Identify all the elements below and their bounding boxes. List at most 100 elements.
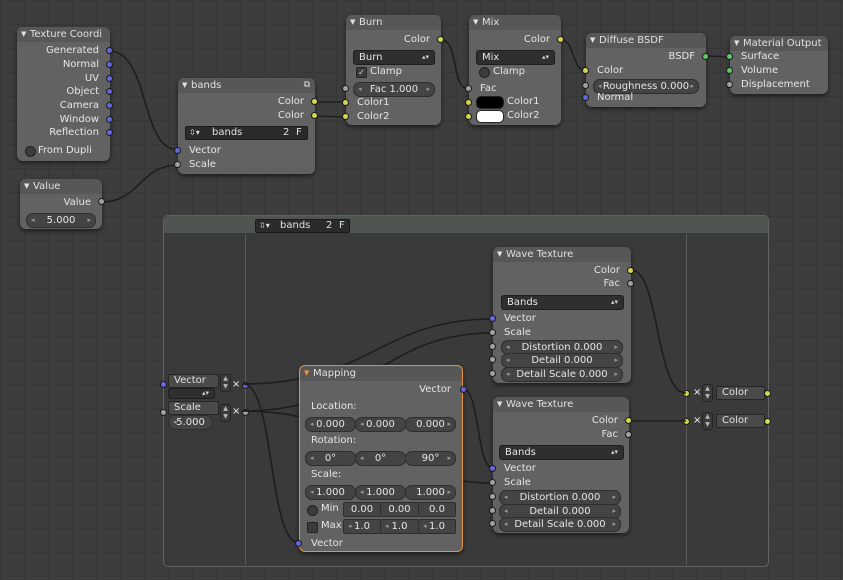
socket-detail-scale-in[interactable] xyxy=(489,520,496,527)
socket-normal[interactable] xyxy=(106,61,113,68)
socket-color-out[interactable] xyxy=(557,36,564,43)
move-arrows-icon[interactable]: ▲ ▼ xyxy=(220,374,231,392)
socket-color2-in[interactable] xyxy=(465,113,472,120)
socket-scale-in[interactable] xyxy=(489,479,496,486)
wave-type-dropdown[interactable]: Bands ▴▾ xyxy=(499,445,624,460)
collapse-arrow-icon[interactable]: ▼ xyxy=(350,15,355,30)
socket-vector-in[interactable] xyxy=(489,315,496,322)
group-vector-out-socket[interactable] xyxy=(242,382,249,389)
group-output-color-2[interactable]: Color xyxy=(716,414,765,428)
group-input-scale[interactable]: Scale xyxy=(168,401,219,415)
clamp-checkbox[interactable] xyxy=(479,67,490,78)
min-z-field[interactable]: 0.0 xyxy=(418,502,456,517)
distortion-field[interactable]: ◂ Distortion 0.000 ▸ xyxy=(499,490,621,505)
wave-type-dropdown[interactable]: Bands ▴▾ xyxy=(501,295,624,310)
group-output-color-1[interactable]: Color xyxy=(716,386,765,400)
rotation-x-field[interactable]: ◂ 0° xyxy=(305,451,356,466)
socket-displacement-in[interactable] xyxy=(726,81,733,88)
detail-scale-field[interactable]: ◂ Detail Scale 0.000 ▸ xyxy=(501,367,623,382)
socket-roughness-in[interactable] xyxy=(582,82,589,89)
socket-object[interactable] xyxy=(106,88,113,95)
node-header[interactable]: ▼ bands ⧉ xyxy=(178,78,315,93)
collapse-arrow-icon[interactable]: ▼ xyxy=(182,78,187,93)
socket-vector-out[interactable] xyxy=(460,386,467,393)
socket-surface-in[interactable] xyxy=(726,53,733,60)
group-icon[interactable]: ⧉ xyxy=(304,78,310,93)
rotation-z-field[interactable]: 90° ▸ xyxy=(405,451,456,466)
max-z-field[interactable]: ◂ 1.0 xyxy=(418,519,456,534)
collapse-arrow-icon[interactable]: ▼ xyxy=(734,36,739,51)
move-arrows-icon[interactable]: ▲ ▼ xyxy=(702,412,713,430)
max-y-field[interactable]: ◂ 1.0 xyxy=(380,519,419,534)
group-input-scale-socket[interactable] xyxy=(160,409,167,416)
wave-texture-node-1[interactable]: ▼ Wave Texture Color Fac Bands ▴▾ Vector S… xyxy=(489,247,634,383)
color1-swatch[interactable] xyxy=(476,96,504,109)
socket-color-out-2[interactable] xyxy=(311,112,318,119)
group-datablock-selector[interactable]: ⇳▾ bands 2 F xyxy=(185,126,308,140)
node-header[interactable]: ▼ Diffuse BSDF xyxy=(586,33,706,48)
socket-detail-scale-in[interactable] xyxy=(489,370,496,377)
remove-icon[interactable]: × xyxy=(693,415,701,426)
socket-vector-in[interactable] xyxy=(295,540,302,547)
socket-color1-in[interactable] xyxy=(465,99,472,106)
socket-fac-in[interactable] xyxy=(465,85,472,92)
socket-vector-in[interactable] xyxy=(489,465,496,472)
socket-color1-in[interactable] xyxy=(342,99,349,106)
group-output-color1-socket[interactable] xyxy=(764,390,771,397)
clamp-checkbox[interactable]: ✓ xyxy=(356,67,367,78)
socket-distortion-in[interactable] xyxy=(489,343,496,350)
from-dupli-checkbox[interactable] xyxy=(25,146,36,157)
node-header[interactable]: ▼ Mix xyxy=(469,15,561,30)
socket-window[interactable] xyxy=(106,116,113,123)
browse-icon[interactable]: ⇳▾ xyxy=(189,127,200,139)
texture-coordinate-node[interactable]: ▼ Texture Coordi Generated Normal UV Obje… xyxy=(17,27,113,161)
socket-color2-in[interactable] xyxy=(342,113,349,120)
group-output-color2-socket[interactable] xyxy=(764,418,771,425)
group-input-vector[interactable]: Vector xyxy=(168,374,219,388)
location-y-field[interactable]: ◂ 0.000 xyxy=(355,417,406,432)
socket-reflection[interactable] xyxy=(106,129,113,136)
fac-field[interactable]: ◂ Fac 1.000 ▸ xyxy=(353,82,435,97)
wave-texture-node-2[interactable]: ▼ Wave Texture Color Fac Bands ▴▾ Vector S… xyxy=(489,397,632,533)
location-z-field[interactable]: 0.000 ▸ xyxy=(405,417,456,432)
node-header[interactable]: ▼ Value xyxy=(20,179,102,194)
group-input-scale-field[interactable]: ◂ 5.000 xyxy=(168,415,213,430)
min-y-field[interactable]: 0.00 xyxy=(380,502,419,517)
group-scale-out-socket[interactable] xyxy=(242,409,249,416)
socket-vector-in[interactable] xyxy=(174,147,181,154)
socket-color-out[interactable] xyxy=(437,36,444,43)
value-field[interactable]: ◂ 5.000 ▸ xyxy=(26,213,96,228)
group-output-color2-in-socket[interactable] xyxy=(683,418,690,425)
socket-fac-in[interactable] xyxy=(342,85,349,92)
collapse-arrow-icon[interactable]: ▼ xyxy=(497,397,502,412)
color2-swatch[interactable] xyxy=(476,110,504,123)
socket-volume-in[interactable] xyxy=(726,67,733,74)
move-arrows-icon[interactable]: ▲ ▼ xyxy=(220,404,231,422)
group-input-vector-socket[interactable] xyxy=(160,381,167,388)
detail-scale-field[interactable]: ◂ Detail Scale 0.000 ▸ xyxy=(499,517,621,532)
remove-icon[interactable]: × xyxy=(232,379,240,390)
detail-field[interactable]: ◂ Detail 0.000 ▸ xyxy=(501,353,623,368)
min-checkbox[interactable] xyxy=(307,505,318,516)
socket-generated[interactable] xyxy=(106,47,113,54)
node-header[interactable]: ▼ Texture Coordi xyxy=(17,27,110,42)
collapse-arrow-icon[interactable]: ▼ xyxy=(473,15,478,30)
max-checkbox[interactable] xyxy=(307,522,318,533)
move-arrows-icon[interactable]: ▲ ▼ xyxy=(702,384,713,402)
socket-detail-in[interactable] xyxy=(489,356,496,363)
socket-value[interactable] xyxy=(98,198,105,205)
mapping-node[interactable]: ▼ Mapping Vector Location: ◂ 0.000 ◂ 0.000 … xyxy=(295,365,467,552)
group-output-color1-in-socket[interactable] xyxy=(683,390,690,397)
remove-icon[interactable]: × xyxy=(693,387,701,398)
collapse-arrow-icon[interactable]: ▼ xyxy=(21,27,26,42)
value-node[interactable]: ▼ Value Value ◂ 5.000 ▸ xyxy=(20,179,105,229)
socket-scale-in[interactable] xyxy=(489,329,496,336)
socket-color-out-1[interactable] xyxy=(311,98,318,105)
scale-x-field[interactable]: ◂ 1.000 xyxy=(305,485,356,500)
material-output-node[interactable]: ▼ Material Output Surface Volume Displace… xyxy=(726,36,828,94)
min-x-field[interactable]: 0.00 xyxy=(343,502,381,517)
remove-icon[interactable]: × xyxy=(232,406,240,417)
node-header[interactable]: ▼ Material Output xyxy=(730,36,828,51)
group-frame-datablock[interactable]: ⇳▾ bands 2 F xyxy=(255,219,350,233)
node-header[interactable]: ▼ Mapping xyxy=(300,366,462,381)
